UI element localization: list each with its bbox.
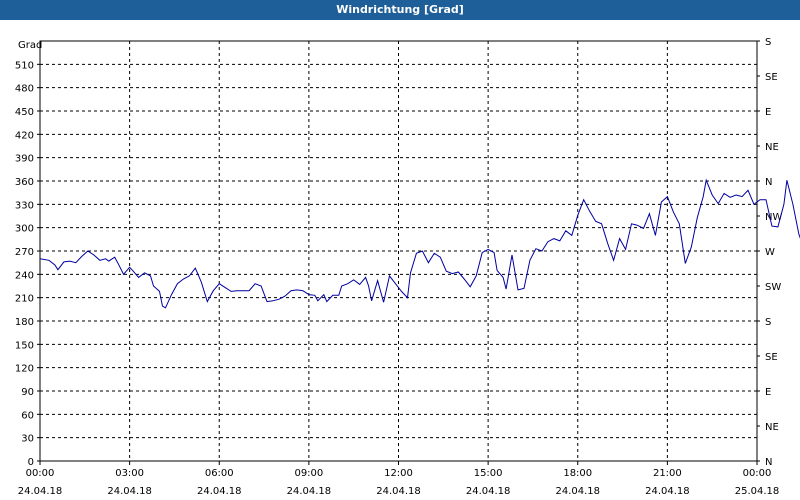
compass-tick-label: NE: [765, 142, 779, 153]
x-tick-date-label: 24.04.18: [287, 486, 332, 497]
y-tick-label: 270: [15, 247, 34, 258]
y-tick-label: 390: [15, 154, 34, 165]
right-axis: NNEESESSWWNWNNEESES: [757, 37, 782, 468]
x-tick-time-label: 15:00: [474, 468, 503, 479]
y-tick-label: 180: [15, 317, 34, 328]
x-tick-date-label: 24.04.18: [555, 486, 600, 497]
compass-tick-label: SE: [765, 72, 778, 83]
compass-tick-label: S: [765, 317, 771, 328]
y-tick-label: 330: [15, 200, 34, 211]
compass-tick-label: W: [765, 247, 775, 258]
x-tick-time-label: 03:00: [115, 468, 144, 479]
x-axis: 00:00 24.04.18 03:00 24.04.18 06:00 24.04.18 0…: [18, 461, 780, 497]
compass-tick-label: SE: [765, 352, 778, 363]
y-tick-label: 300: [15, 224, 34, 235]
y-tick-label: 150: [15, 340, 34, 351]
y-tick-label: 120: [15, 364, 34, 375]
x-tick-time-label: 06:00: [205, 468, 234, 479]
x-tick-time-label: 00:00: [26, 468, 55, 479]
x-tick-date-label: 24.04.18: [197, 486, 242, 497]
y-tick-label: 60: [21, 410, 34, 421]
x-tick-date-label: 24.04.18: [376, 486, 421, 497]
y-axis-label: Grad: [18, 40, 42, 51]
y-tick-label: 0: [28, 457, 34, 468]
x-tick-date-label: 24.04.18: [645, 486, 690, 497]
x-tick-time-label: 12:00: [384, 468, 413, 479]
compass-tick-label: N: [765, 457, 772, 468]
compass-tick-label: NE: [765, 422, 779, 433]
x-tick-date-label: 24.04.18: [107, 486, 152, 497]
x-tick-time-label: 18:00: [563, 468, 592, 479]
x-tick-date-label: 25.04.18: [735, 486, 780, 497]
y-tick-label: 420: [15, 130, 34, 141]
y-tick-label: 510: [15, 60, 34, 71]
y-tick-label: 240: [15, 270, 34, 281]
x-tick-time-label: 21:00: [653, 468, 682, 479]
y-tick-label: 450: [15, 107, 34, 118]
compass-tick-label: N: [765, 177, 772, 188]
y-tick-label: 210: [15, 294, 34, 305]
compass-tick-label: E: [765, 107, 771, 118]
chart-title: Windrichtung [Grad]: [0, 0, 800, 20]
y-tick-label: 90: [21, 387, 34, 398]
y-tick-label: 480: [15, 84, 34, 95]
compass-tick-label: S: [765, 37, 771, 48]
y-axis: 0 30 60 90 120 150 180 210 240 270 300 330 360 390 420…: [15, 60, 40, 468]
x-tick-date-label: 24.04.18: [18, 486, 63, 497]
y-tick-label: 360: [15, 177, 34, 188]
x-tick-time-label: 09:00: [294, 468, 323, 479]
x-tick-time-label: 00:00: [743, 468, 772, 479]
compass-tick-label: SW: [765, 282, 781, 293]
x-tick-date-label: 24.04.18: [466, 486, 511, 497]
wind-direction-chart: 0 30 60 90 120 150 180 210 240 270 300 330 360 390 420…: [15, 37, 800, 497]
y-tick-label: 30: [21, 434, 34, 445]
compass-tick-label: E: [765, 387, 771, 398]
